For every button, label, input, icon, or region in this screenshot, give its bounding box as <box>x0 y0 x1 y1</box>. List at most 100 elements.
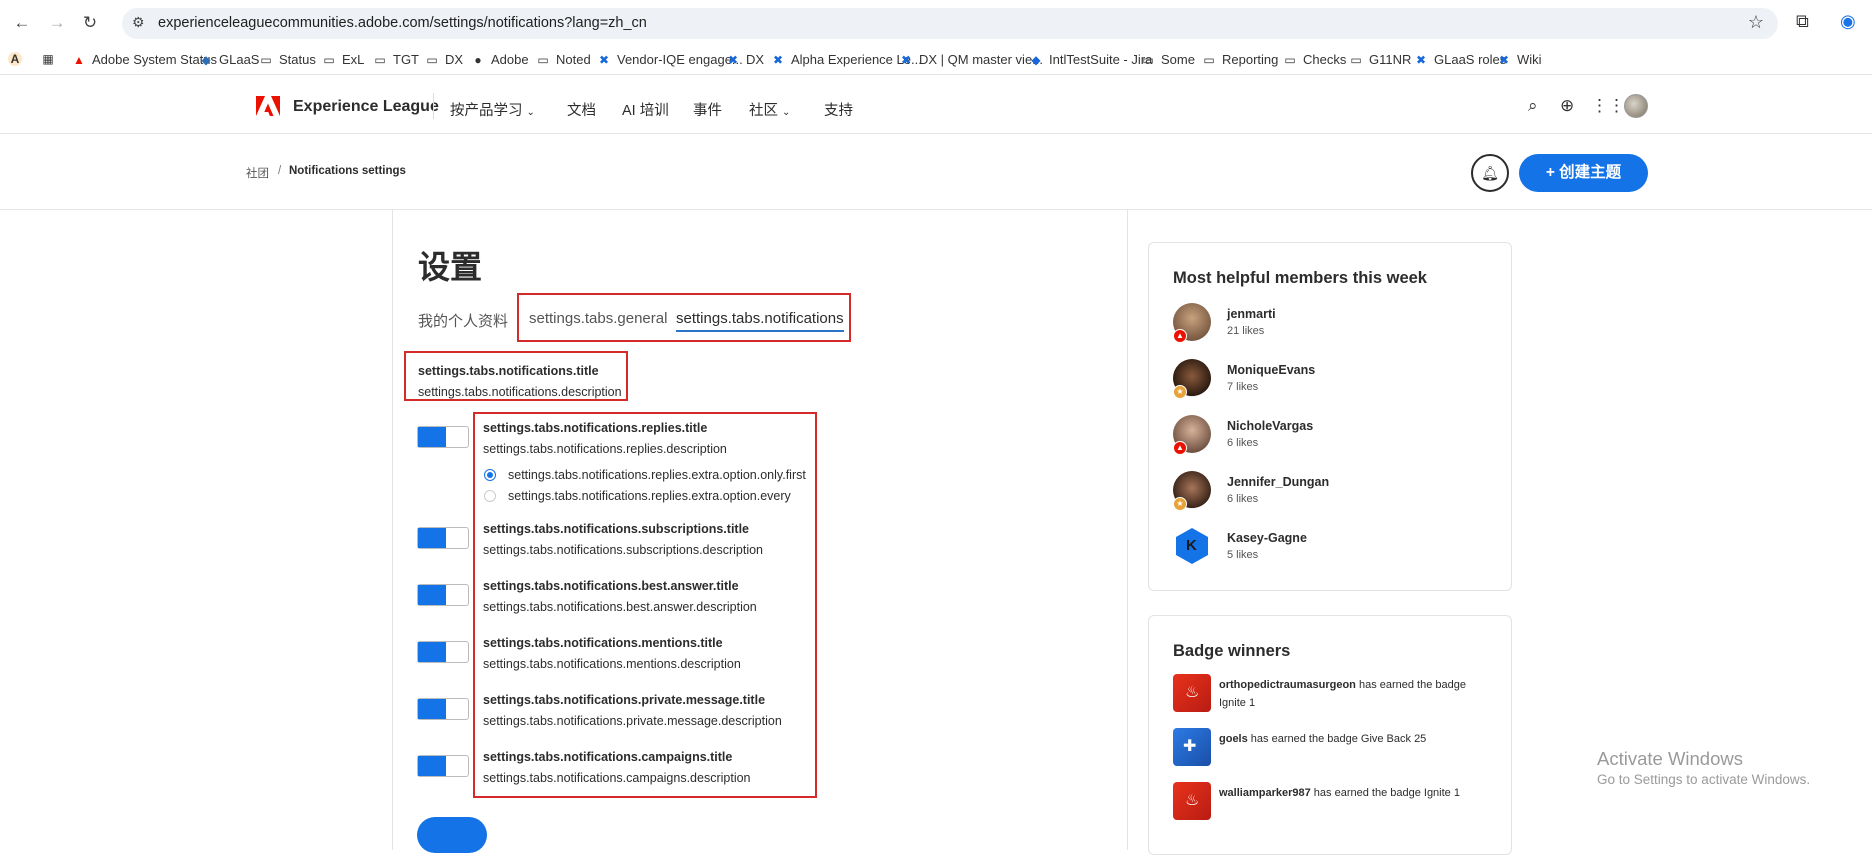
bookmark-item[interactable]: ▲ Adobe System Status <box>72 52 217 67</box>
subscriptions-toggle[interactable] <box>417 527 469 549</box>
activate-windows-title: Activate Windows <box>1597 748 1743 769</box>
adobe-logo-icon[interactable] <box>256 96 280 116</box>
brand-name[interactable]: Experience League <box>293 98 439 116</box>
reload-icon[interactable]: ↻ <box>79 12 101 34</box>
chevron-down-icon: ⌄ <box>782 107 791 118</box>
member-item[interactable]: ★ MoniqueEvans 7 likes <box>1173 359 1493 403</box>
apps-grid-icon[interactable]: ⋮⋮ <box>1591 96 1625 116</box>
folder-icon: ▭ <box>1142 52 1154 67</box>
bookmark-apps[interactable]: ▦ <box>41 52 55 66</box>
bookmark-item[interactable]: ✖ DX | QM master vie... <box>899 52 1043 67</box>
nav-community[interactable]: 社区 ⌄ <box>749 99 790 120</box>
bookmark-item[interactable]: ✖ Vendor-IQE engage... <box>597 52 743 67</box>
bookmark-label: Noted <box>556 52 591 67</box>
extensions-icon[interactable]: ⧉ <box>1796 11 1809 32</box>
subscriptions-title: settings.tabs.notifications.subscription… <box>483 522 750 536</box>
reply-option-every-radio[interactable] <box>484 490 496 502</box>
reply-option-only-first-radio[interactable] <box>484 469 496 481</box>
mentions-toggle[interactable] <box>417 641 469 663</box>
member-name[interactable]: MoniqueEvans <box>1227 363 1315 377</box>
bookmark-label: Status <box>279 52 316 67</box>
tune-icon[interactable]: ⚙ <box>132 14 145 31</box>
give-back-badge-icon[interactable]: ✚ <box>1173 728 1211 766</box>
nav-learn-by-product[interactable]: 按产品学习 ⌄ <box>450 99 535 120</box>
bookmark-item[interactable]: ◆ IntlTestSuite - Jira <box>1029 52 1152 67</box>
nav-events[interactable]: 事件 <box>693 99 722 120</box>
bookmark-item[interactable]: ▭ TGT <box>373 52 419 67</box>
best-answer-toggle[interactable] <box>417 584 469 606</box>
bookmark-item[interactable]: ▭ Noted <box>536 52 591 67</box>
bookmark-label: Wiki <box>1517 52 1542 67</box>
star-icon[interactable]: ☆ <box>1748 12 1764 33</box>
folder-icon: ▭ <box>537 52 549 67</box>
github-icon: ● <box>474 52 482 67</box>
bookmark-item[interactable]: ▭ G11NR <box>1349 52 1411 67</box>
bookmark-item[interactable]: ● Adobe <box>471 52 528 67</box>
badge-winner-user[interactable]: orthopedictraumasurgeon <box>1219 679 1356 691</box>
profile-icon[interactable]: ◉ <box>1840 11 1856 32</box>
highlight-box <box>517 293 851 342</box>
bookmark-item[interactable]: ▭ Status <box>259 52 316 67</box>
private-message-description: settings.tabs.notifications.private.mess… <box>483 714 782 728</box>
member-name[interactable]: jenmarti <box>1227 307 1276 321</box>
reply-option-only-first-label[interactable]: settings.tabs.notifications.replies.extr… <box>508 468 806 482</box>
ignite-badge-icon[interactable]: ♨ <box>1173 782 1211 820</box>
member-item[interactable]: K Kasey-Gagne 5 likes <box>1173 527 1493 571</box>
site-header: Experience League 按产品学习 ⌄ 文档 AI 培训 事件 社区… <box>0 76 1872 134</box>
member-name[interactable]: Kasey-Gagne <box>1227 531 1307 545</box>
save-button[interactable] <box>417 817 487 853</box>
nav-support[interactable]: 支持 <box>824 99 853 120</box>
ignite-badge-icon[interactable]: ♨ <box>1173 674 1211 712</box>
bookmark-item[interactable]: ◆ GLaaS <box>199 52 259 67</box>
search-icon[interactable]: ⌕ <box>1528 96 1538 116</box>
reply-option-every-label[interactable]: settings.tabs.notifications.replies.extr… <box>508 489 791 503</box>
replies-description: settings.tabs.notifications.replies.desc… <box>483 442 727 456</box>
user-avatar[interactable] <box>1624 94 1648 118</box>
bookmark-item[interactable]: ▭ DX <box>425 52 463 67</box>
member-item[interactable]: ▲ jenmarti 21 likes <box>1173 303 1493 347</box>
bookmark-label: DX | QM master vie... <box>919 52 1044 67</box>
create-topic-button[interactable]: + 创建主题 <box>1519 154 1648 192</box>
globe-icon[interactable]: ⊕ <box>1560 96 1574 116</box>
bookmark-profile[interactable]: A <box>8 52 22 66</box>
replies-toggle[interactable] <box>417 426 469 448</box>
badge-winner-user[interactable]: goels <box>1219 733 1248 745</box>
member-likes: 5 likes <box>1227 549 1259 561</box>
member-item[interactable]: ▲ NicholeVargas 6 likes <box>1173 415 1493 459</box>
badge-winner-text: walliamparker987 has earned the badge Ig… <box>1219 784 1495 802</box>
member-name[interactable]: Jennifer_Dungan <box>1227 475 1329 489</box>
nav-ai-training[interactable]: AI 培训 <box>622 99 669 120</box>
toggle-fill <box>418 756 446 776</box>
bookmarks-bar: A ▦ ▲ Adobe System Status ◆ GLaaS ▭ Status … <box>0 47 1872 75</box>
bookmark-item[interactable]: ✖ Wiki <box>1497 52 1542 67</box>
member-item[interactable]: ★ Jennifer_Dungan 6 likes <box>1173 471 1493 515</box>
bookmark-item[interactable]: ✖ DX <box>726 52 764 67</box>
folder-icon: ▭ <box>260 52 272 67</box>
bookmark-item[interactable]: ▭ Reporting <box>1202 52 1278 67</box>
bookmark-item[interactable]: ▭ ExL <box>322 52 364 67</box>
settings-panel: 设置 我的个人资料 settings.tabs.general settings… <box>392 210 1128 853</box>
notifications-bell-icon[interactable]: 🔔︎ <box>1471 154 1509 192</box>
breadcrumb-current: Notifications settings <box>289 165 406 177</box>
breadcrumb-separator: / <box>278 165 282 177</box>
campaigns-toggle[interactable] <box>417 755 469 777</box>
address-url[interactable]: experienceleaguecommunities.adobe.com/se… <box>158 15 647 31</box>
badge-winner-user[interactable]: walliamparker987 <box>1219 787 1311 799</box>
bookmark-item[interactable]: ▭ Some <box>1141 52 1195 67</box>
tab-profile[interactable]: 我的个人资料 <box>418 310 508 331</box>
folder-icon: ▭ <box>1350 52 1362 67</box>
folder-icon: ▭ <box>1203 52 1215 67</box>
breadcrumb-root[interactable]: 社团 <box>246 165 269 181</box>
private-message-toggle[interactable] <box>417 698 469 720</box>
back-icon[interactable]: ← <box>11 12 33 34</box>
folder-icon: ▭ <box>426 52 438 67</box>
forward-icon[interactable]: → <box>46 12 68 34</box>
folder-icon: ▭ <box>323 52 335 67</box>
member-name[interactable]: NicholeVargas <box>1227 419 1313 433</box>
address-bar[interactable]: ⚙ experienceleaguecommunities.adobe.com/… <box>122 8 1778 39</box>
browser-toolbar: ← → ↻ ⚙ experienceleaguecommunities.adob… <box>0 0 1872 46</box>
bookmark-item[interactable]: ▭ Checks <box>1283 52 1346 67</box>
nav-docs[interactable]: 文档 <box>567 99 596 120</box>
nav-label: 按产品学习 <box>450 103 523 119</box>
bookmark-item[interactable]: ✖ GLaaS roles <box>1414 52 1506 67</box>
